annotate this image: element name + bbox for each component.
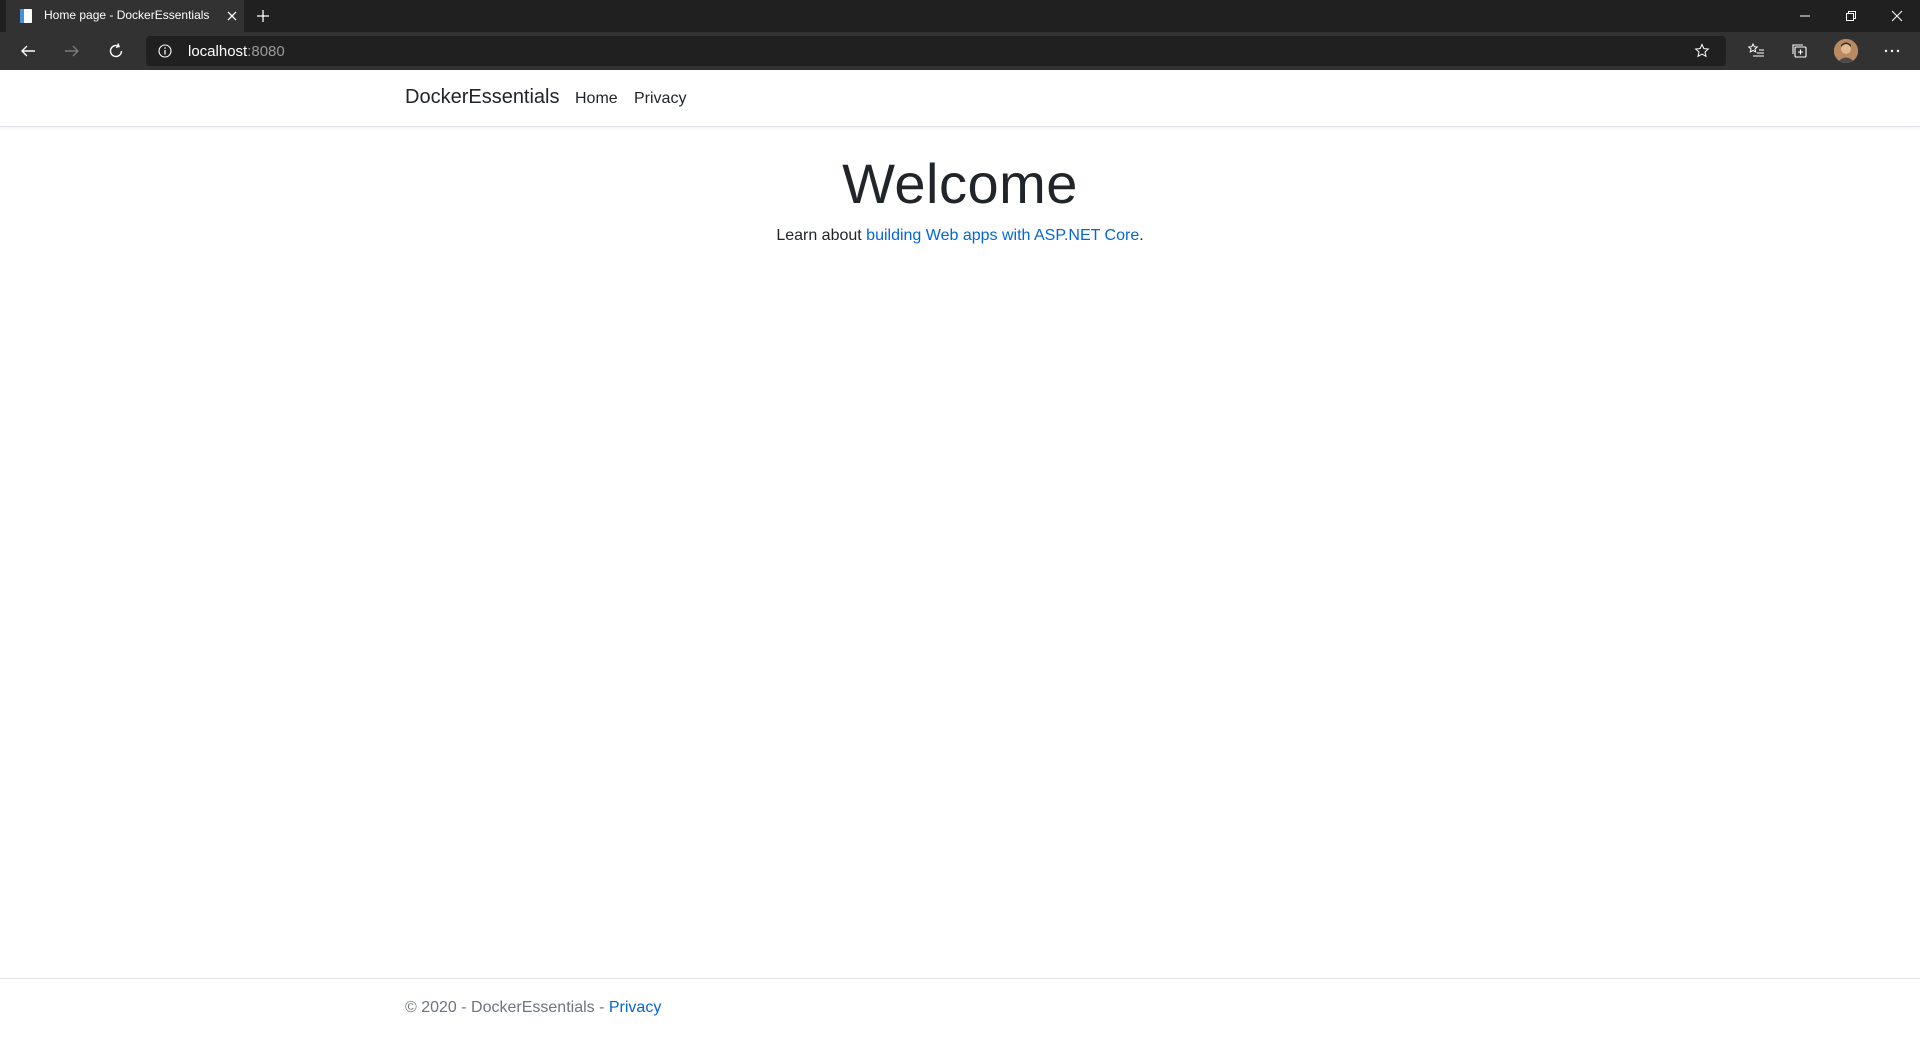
lead-suffix: . (1139, 227, 1144, 245)
profile-avatar[interactable] (1834, 39, 1858, 63)
close-icon (1891, 10, 1903, 22)
forward-button[interactable] (60, 40, 84, 62)
tab-title: Home page - DockerEssentials (44, 8, 210, 22)
site-navbar: DockerEssentials Home Privacy (0, 70, 1920, 127)
back-button[interactable] (16, 40, 40, 62)
minimize-button[interactable] (1782, 0, 1828, 32)
close-tab-icon[interactable] (224, 8, 240, 24)
footer-text: © 2020 - DockerEssentials - Privacy (405, 999, 661, 1017)
url-port: :8080 (247, 43, 285, 60)
restore-button[interactable] (1828, 0, 1874, 32)
star-icon[interactable] (1694, 43, 1710, 59)
collections-button[interactable] (1790, 41, 1810, 61)
site-footer: © 2020 - DockerEssentials - Privacy (0, 978, 1920, 1040)
more-button[interactable] (1882, 41, 1902, 61)
welcome-section: Welcome Learn about building Web apps wi… (0, 150, 1920, 245)
page-title: Welcome (842, 152, 1078, 215)
page-icon (20, 9, 32, 23)
arrow-left-icon (21, 45, 35, 57)
address-bar[interactable]: localhost:8080 (146, 36, 1726, 66)
web-page: DockerEssentials Home Privacy Welcome Le… (0, 70, 1920, 1040)
address-url[interactable]: localhost:8080 (188, 43, 285, 60)
aspnet-docs-link[interactable]: building Web apps with ASP.NET Core (866, 227, 1139, 244)
url-host: localhost (188, 43, 248, 60)
close-window-button[interactable] (1874, 0, 1920, 32)
collections-icon (1792, 44, 1807, 58)
navbar-brand[interactable]: DockerEssentials (405, 86, 560, 109)
favorites-list-icon (1747, 42, 1764, 57)
refresh-icon (109, 43, 123, 58)
refresh-button[interactable] (104, 40, 128, 62)
more-dots-icon (1884, 49, 1900, 53)
arrow-right-icon (65, 45, 79, 57)
new-tab-icon[interactable] (254, 7, 272, 25)
browser-tab-bar: Home page - DockerEssentials (0, 0, 1920, 32)
minimize-icon (1800, 15, 1810, 17)
favorites-button[interactable] (1746, 41, 1766, 61)
info-icon[interactable] (158, 44, 172, 58)
restore-icon (1846, 11, 1856, 21)
browser-tab-active[interactable]: Home page - DockerEssentials (6, 0, 244, 32)
lead-prefix: Learn about (776, 227, 867, 245)
nav-link-privacy[interactable]: Privacy (634, 90, 686, 108)
footer-privacy-link[interactable]: Privacy (609, 999, 661, 1016)
nav-link-home[interactable]: Home (575, 90, 618, 108)
lead-text: Learn about building Web apps with ASP.N… (0, 227, 1920, 245)
browser-toolbar: localhost:8080 (0, 32, 1920, 70)
profile-avatar-icon (1834, 39, 1858, 63)
footer-copyright: © 2020 - DockerEssentials - (405, 999, 609, 1016)
